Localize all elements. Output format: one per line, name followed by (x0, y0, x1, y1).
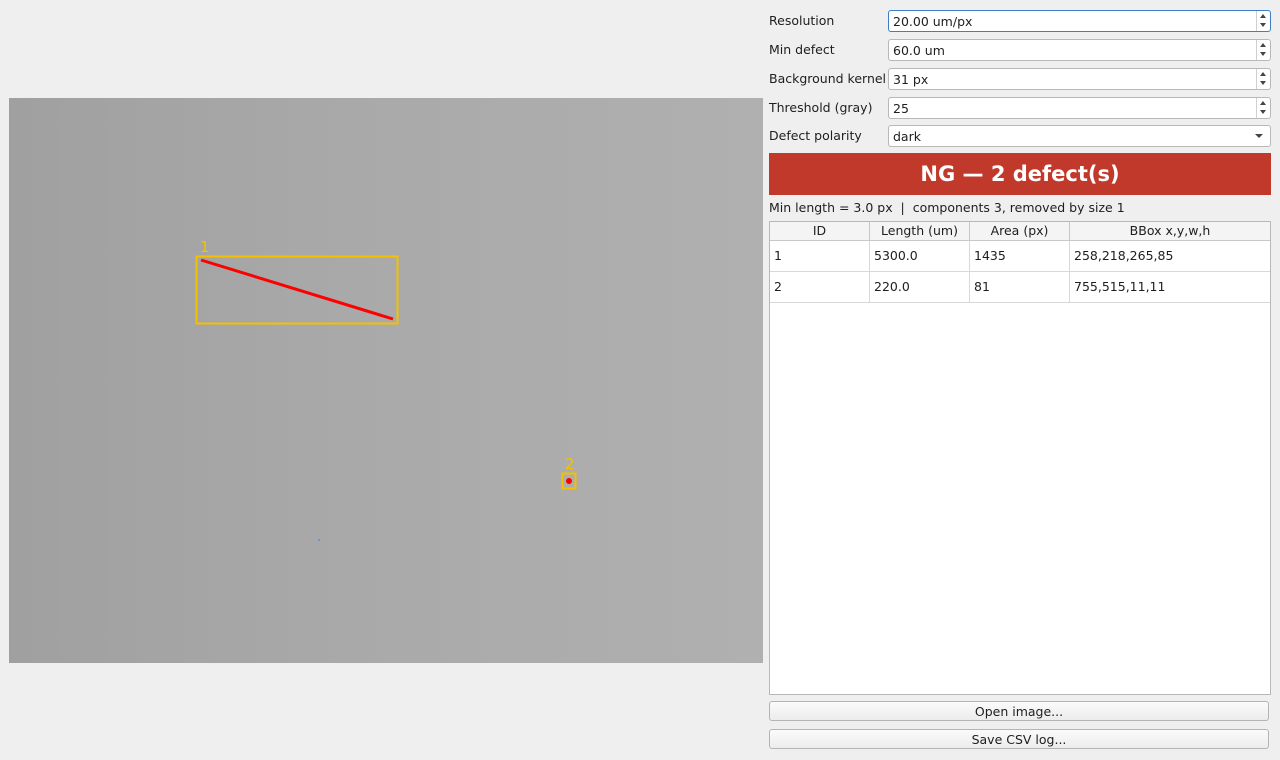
defect-1-line (200, 258, 394, 321)
background-kernel-value: 31 px (893, 72, 929, 87)
column-header-bbox[interactable]: BBox x,y,w,h (1070, 222, 1270, 240)
table-row[interactable]: 2 220.0 81 755,515,11,11 (770, 272, 1270, 303)
background-kernel-label: Background kernel (769, 71, 887, 86)
resolution-value: 20.00 um/px (893, 14, 973, 29)
defect-2-dot (566, 478, 572, 484)
background-kernel-stepper[interactable] (1256, 69, 1270, 89)
column-header-id[interactable]: ID (770, 222, 870, 240)
column-header-length[interactable]: Length (um) (870, 222, 970, 240)
image-viewer[interactable]: 1 2 (9, 98, 763, 663)
stepper-down-icon[interactable] (1260, 23, 1266, 27)
polarity-label: Defect polarity (769, 128, 862, 143)
cell-bbox: 755,515,11,11 (1074, 279, 1166, 294)
stepper-down-icon[interactable] (1260, 110, 1266, 114)
stepper-up-icon[interactable] (1260, 72, 1266, 76)
resolution-label: Resolution (769, 13, 835, 28)
polarity-combobox[interactable]: dark (888, 125, 1271, 147)
stepper-up-icon[interactable] (1260, 14, 1266, 18)
threshold-stepper[interactable] (1256, 98, 1270, 118)
cell-length: 220.0 (870, 272, 970, 302)
noise-speck (318, 539, 320, 541)
threshold-spinbox[interactable]: 25 (888, 97, 1271, 119)
defect-2-label: 2 (565, 455, 575, 473)
table-row[interactable]: 1 5300.0 1435 258,218,265,85 (770, 241, 1270, 272)
save-csv-button[interactable]: Save CSV log... (769, 729, 1269, 749)
stepper-down-icon[interactable] (1260, 81, 1266, 85)
threshold-row: Threshold (gray) 25 (769, 97, 1271, 119)
cell-area: 1435 (970, 241, 1070, 271)
status-banner: NG — 2 defect(s) (769, 153, 1271, 195)
threshold-label: Threshold (gray) (769, 100, 873, 115)
chevron-down-icon[interactable] (1255, 134, 1263, 138)
resolution-row: Resolution 20.00 um/px (769, 10, 1271, 32)
status-text: NG — 2 defect(s) (920, 162, 1120, 186)
min-defect-value: 60.0 um (893, 43, 945, 58)
background-kernel-spinbox[interactable]: 31 px (888, 68, 1271, 90)
column-header-area[interactable]: Area (px) (970, 222, 1070, 240)
cell-id: 1 (770, 241, 870, 271)
defect-table[interactable]: ID Length (um) Area (px) BBox x,y,w,h 1 … (769, 221, 1271, 695)
cell-id: 2 (770, 272, 870, 302)
defect-1-label: 1 (200, 238, 210, 256)
cell-length: 5300.0 (870, 241, 970, 271)
stepper-up-icon[interactable] (1260, 43, 1266, 47)
min-defect-label: Min defect (769, 42, 835, 57)
polarity-value: dark (893, 129, 921, 144)
open-image-button[interactable]: Open image... (769, 701, 1269, 721)
resolution-stepper[interactable] (1256, 11, 1270, 31)
background-kernel-row: Background kernel 31 px (769, 68, 1271, 90)
threshold-value: 25 (893, 101, 909, 116)
overlay-canvas (195, 255, 577, 541)
cell-area: 81 (970, 272, 1070, 302)
stepper-down-icon[interactable] (1260, 52, 1266, 56)
table-header: ID Length (um) Area (px) BBox x,y,w,h (770, 222, 1270, 241)
resolution-spinbox[interactable]: 20.00 um/px (888, 10, 1271, 32)
min-defect-row: Min defect 60.0 um (769, 39, 1271, 61)
cell-bbox: 258,218,265,85 (1074, 248, 1174, 263)
stepper-up-icon[interactable] (1260, 101, 1266, 105)
app-window: 1 2 Resolution 20.00 um/px Min defect 60… (0, 0, 1280, 760)
polarity-row: Defect polarity dark (769, 125, 1271, 147)
min-defect-stepper[interactable] (1256, 40, 1270, 60)
summary-text: Min length = 3.0 px | components 3, remo… (769, 200, 1125, 215)
min-defect-spinbox[interactable]: 60.0 um (888, 39, 1271, 61)
